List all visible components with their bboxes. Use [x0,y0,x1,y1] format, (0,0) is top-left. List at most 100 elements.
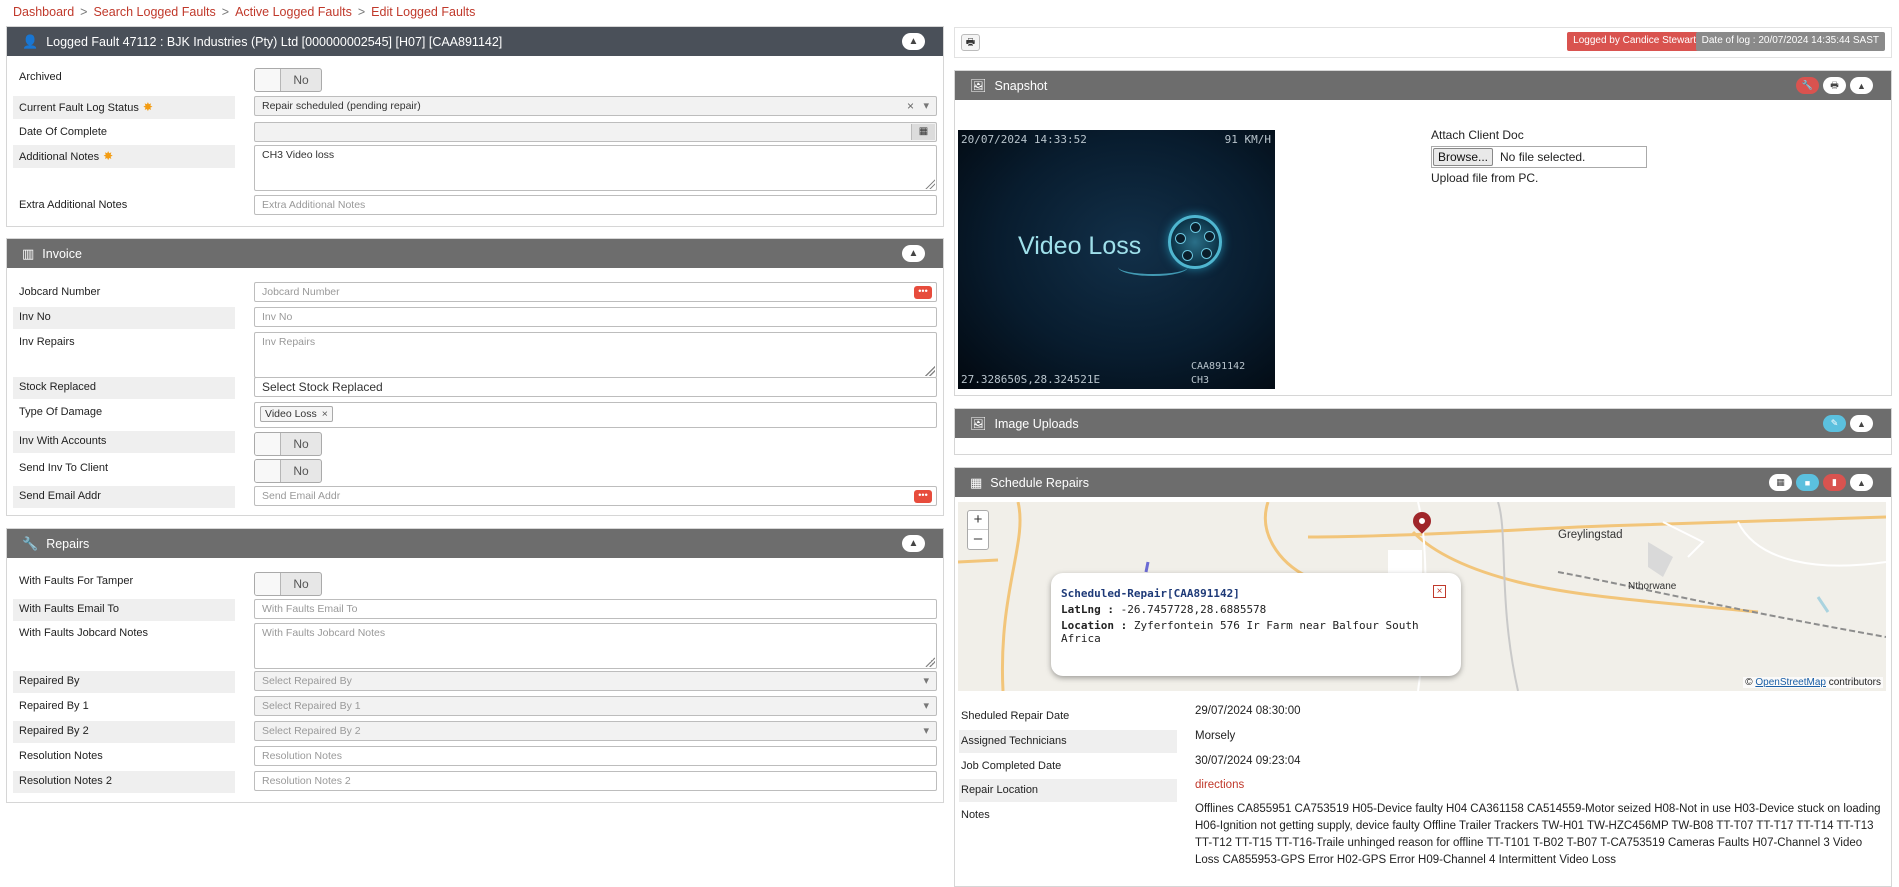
zoom-out-button[interactable]: – [968,530,988,549]
archived-row: Archived No [13,67,937,93]
additional-notes-textarea[interactable]: CH3 Video loss [254,145,937,191]
image-icon: 🖼 [970,77,987,93]
popup-latlng-label: LatLng : [1061,603,1114,616]
collapse-button[interactable]: ▲ [902,245,925,262]
breadcrumb-active-logged-faults[interactable]: Active Logged Faults [235,5,352,19]
collapse-button[interactable]: ▲ [1850,474,1873,491]
required-star-icon: ✸ [142,100,153,114]
toggle-text: No [293,73,309,87]
breadcrumb-edit-logged-faults[interactable]: Edit Logged Faults [371,5,475,19]
jobcard-input[interactable]: Jobcard Number ••• [254,282,937,302]
more-dots-icon[interactable]: ••• [914,286,932,299]
print-snapshot-button[interactable]: 🖶 [1823,77,1846,94]
calendar-icon[interactable]: ▦ [911,124,935,140]
additional-notes-label: Additional Notes ✸ [13,145,235,168]
print-button[interactable]: 🖶 [961,34,980,51]
image-uploads-panel: 🖼 Image Uploads ✎ ▲ [954,408,1892,455]
resize-handle-icon[interactable] [925,366,935,376]
jobcard-notes-label: With Faults Jobcard Notes [19,627,148,639]
breadcrumb-dashboard[interactable]: Dashboard [13,5,74,19]
chevron-up-icon: ▲ [908,248,919,259]
video-camera-icon: ■ [1804,477,1811,488]
inv-repairs-row: Inv Repairs Inv Repairs [13,332,937,378]
clear-icon[interactable]: × [907,99,914,113]
zoom-in-button[interactable]: + [968,511,988,530]
extra-notes-label: Extra Additional Notes [19,199,128,211]
repaired-by-select[interactable]: Select Repaired By [254,671,937,691]
calendar-button[interactable]: ▦ [1769,474,1792,491]
chevron-up-icon: ▲ [1857,418,1866,429]
send-email-placeholder: Send Email Addr [262,490,341,502]
date-of-complete-input[interactable]: ▦ [254,122,937,142]
email-to-label: With Faults Email To [13,599,235,621]
resolution-notes-input[interactable]: Resolution Notes [254,746,937,766]
popup-close-icon[interactable]: × [1433,585,1446,598]
snapshot-header: 🖼 Snapshot 🔧 🖶 ▲ [955,71,1891,100]
tamper-toggle[interactable]: No [254,572,322,596]
invoice-header: ▥ Invoice ▲ [7,239,943,268]
resolution-notes-2-input[interactable]: Resolution Notes 2 [254,771,937,791]
remove-tag-icon[interactable]: × [322,408,328,420]
breadcrumb-search-logged-faults[interactable]: Search Logged Faults [93,5,215,19]
inv-no-input[interactable]: Inv No [254,307,937,327]
jobcard-notes-textarea[interactable]: With Faults Jobcard Notes [254,623,937,669]
browse-button[interactable]: Browse... [1433,148,1494,166]
inv-with-accounts-toggle[interactable]: No [254,432,322,456]
collapse-button[interactable]: ▲ [902,535,925,552]
user-icon: 👤 [22,33,39,49]
status-select[interactable]: Repair scheduled (pending repair) × [254,96,937,116]
snapshot-gps: 27.328650S,28.324521E [961,373,1101,386]
snapshot-timestamp: 20/07/2024 14:33:52 [961,133,1087,146]
popup-latlng-value: -26.7457728,28.6885578 [1120,603,1267,616]
chevron-up-icon: ▲ [908,36,919,47]
repaired-by-2-select[interactable]: Select Repaired By 2 [254,721,937,741]
openstreetmap-link[interactable]: OpenStreetMap [1755,677,1826,688]
collapse-button[interactable]: ▲ [1850,77,1873,94]
directions-link[interactable]: directions [1195,778,1885,793]
archived-toggle[interactable]: No [254,68,322,92]
send-inv-toggle[interactable]: No [254,459,322,483]
file-input[interactable]: Browse... No file selected. [1431,146,1647,168]
breadcrumb-separator: > [357,5,366,19]
collapse-button[interactable]: ▲ [1850,415,1873,432]
log-info-bar: 🖶 Logged by Candice Stewart Date of log … [954,27,1892,58]
print-icon: 🖶 [965,37,976,48]
inv-repairs-textarea[interactable]: Inv Repairs [254,332,937,378]
damage-tag: Video Loss × [260,406,333,422]
repaired-by-1-select[interactable]: Select Repaired By 1 [254,696,937,716]
status-label: Current Fault Log Status ✸ [13,96,235,119]
inv-no-row: Inv No Inv No [13,307,937,329]
repair-location-label: Repair Location [959,779,1177,802]
jobcard-row: Jobcard Number Jobcard Number ••• [13,282,937,304]
required-star-icon: ✸ [103,149,114,163]
repair-button[interactable]: 🔧 [1796,77,1819,94]
email-to-row: With Faults Email To With Faults Email T… [13,599,937,621]
status-row: Current Fault Log Status ✸ Repair schedul… [13,96,937,119]
jobcard-label: Jobcard Number [19,286,101,298]
map[interactable]: + – Greylingstad Nthorwane Scheduled-Rep… [958,502,1886,691]
collapse-button[interactable]: ▲ [902,33,925,50]
resize-handle-icon[interactable] [925,179,935,189]
job-completed-value: 30/07/2024 09:23:04 [1195,755,1301,767]
status-value: Repair scheduled (pending repair) [262,100,421,112]
video-button[interactable]: ■ [1796,474,1819,491]
extra-notes-input[interactable]: Extra Additional Notes [254,195,937,215]
repairs-panel: 🔧 Repairs ▲ With Faults For Tamper No Wi… [6,528,944,803]
upload-file-label: Upload file from PC. [1431,171,1539,185]
email-to-input[interactable]: With Faults Email To [254,599,937,619]
repaired-by-2-row: Repaired By 2 Select Repaired By 2 [13,721,937,743]
resolution-notes-row: Resolution Notes Resolution Notes [13,746,937,768]
additional-notes-value: CH3 Video loss [262,149,335,161]
edit-button[interactable]: ✎ [1823,415,1846,432]
schedule-repairs-header: ▦ Schedule Repairs ▦ ■ ▮ ▲ [955,468,1891,497]
send-email-label: Send Email Addr [13,486,235,508]
popup-tip [1388,550,1422,575]
more-dots-icon[interactable]: ••• [914,490,932,503]
camera-button[interactable]: ▮ [1823,474,1846,491]
snapshot-image[interactable]: 20/07/2024 14:33:52 91 KM/H Video Loss 2… [958,130,1275,389]
stock-replaced-select[interactable]: Select Stock Replaced [254,377,937,397]
snapshot-channel: CH3 [1191,375,1210,386]
resize-handle-icon[interactable] [925,657,935,667]
send-email-input[interactable]: Send Email Addr ••• [254,486,937,506]
type-of-damage-multiselect[interactable]: Video Loss × [254,402,937,428]
